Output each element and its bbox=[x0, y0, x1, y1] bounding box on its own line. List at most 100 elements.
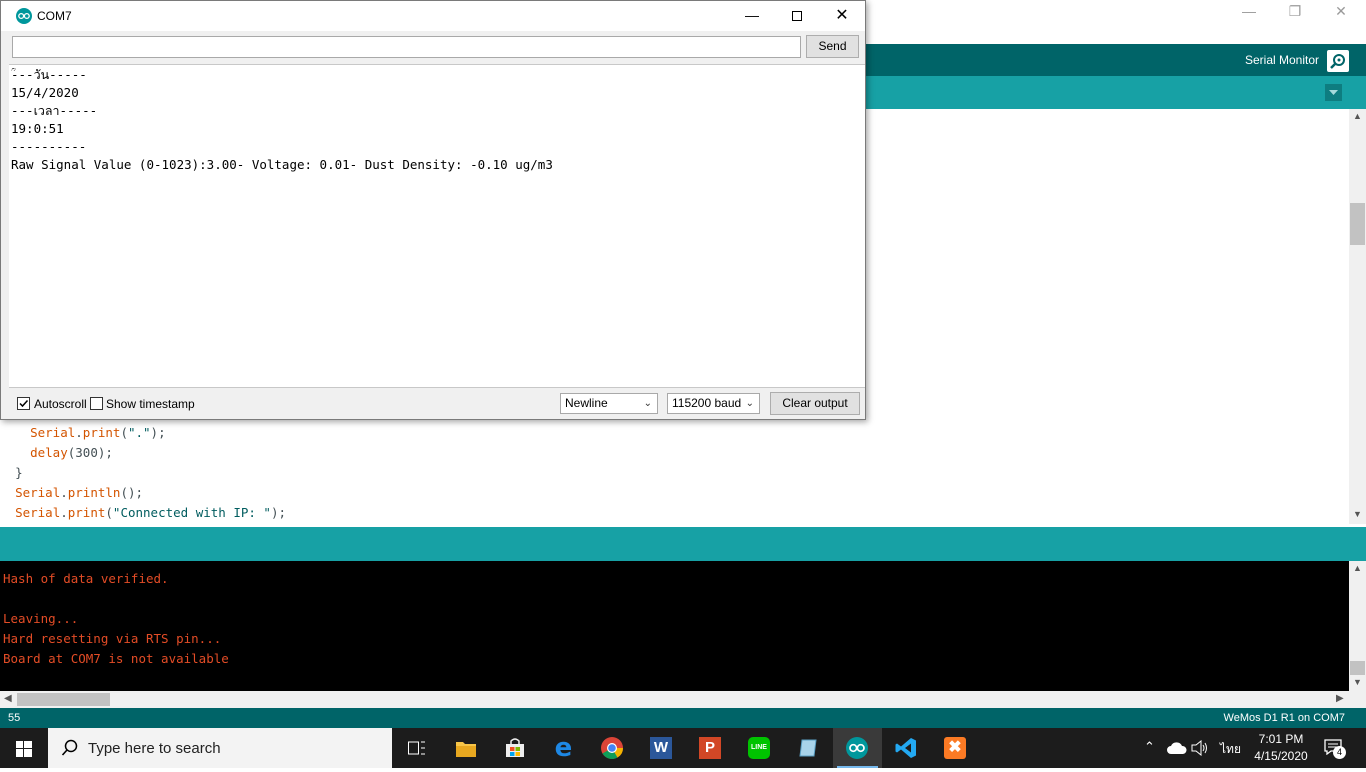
volume-icon[interactable] bbox=[1191, 740, 1209, 756]
output-line: ---เวลา----- bbox=[11, 103, 98, 118]
maximize-button[interactable] bbox=[774, 1, 820, 31]
scroll-down-icon[interactable]: ▼ bbox=[1353, 509, 1362, 519]
editor-vertical-scrollbar[interactable]: ▲ ▼ bbox=[1349, 109, 1366, 524]
powerpoint-icon: P bbox=[699, 737, 721, 759]
code-arg: "Connected with IP: " bbox=[112, 505, 271, 520]
code-end: ; bbox=[135, 485, 144, 500]
baud-rate-value: 115200 baud bbox=[672, 396, 742, 410]
console-scroll-thumb[interactable] bbox=[1350, 661, 1365, 675]
timestamp-label: Show timestamp bbox=[106, 397, 195, 411]
word-button[interactable]: W bbox=[637, 728, 686, 768]
start-button[interactable] bbox=[0, 728, 48, 768]
line-ending-select[interactable]: Newline ⌄ bbox=[560, 393, 658, 414]
timestamp-checkbox[interactable] bbox=[90, 397, 103, 410]
code-arg: 300 bbox=[75, 445, 98, 460]
output-line: 19:0:51 bbox=[11, 121, 64, 136]
editor-scroll-thumb[interactable] bbox=[1350, 203, 1365, 245]
output-line: ---------- bbox=[11, 139, 87, 154]
task-view-button[interactable] bbox=[392, 728, 441, 768]
tray-overflow-chevron-icon[interactable]: ⌃ bbox=[1144, 739, 1155, 755]
folder-icon bbox=[456, 742, 476, 757]
send-button[interactable]: Send bbox=[806, 35, 859, 58]
console-line: Board at COM7 is not available bbox=[3, 651, 229, 666]
maximize-icon bbox=[792, 11, 802, 21]
autoscroll-label: Autoscroll bbox=[34, 397, 87, 411]
xampp-button[interactable]: ✖ bbox=[931, 728, 980, 768]
baud-rate-select[interactable]: 115200 baud ⌄ bbox=[667, 393, 760, 414]
ide-restore-button[interactable]: ❐ bbox=[1272, 0, 1318, 24]
line-number: 55 bbox=[8, 712, 21, 724]
output-line: ؒ---วัน----- bbox=[11, 67, 87, 82]
clock-date: 4/15/2020 bbox=[1254, 749, 1308, 763]
clock-time: 7:01 PM bbox=[1258, 732, 1304, 746]
powerpoint-button[interactable]: P bbox=[686, 728, 735, 768]
serial-monitor-button[interactable] bbox=[1327, 50, 1349, 72]
serial-monitor-window: COM7 — ✕ Send ؒ---วัน----- 15/4/2020 ---เว… bbox=[0, 0, 866, 420]
ide-close-button[interactable]: ✕ bbox=[1318, 0, 1364, 24]
action-center-button[interactable]: 4 bbox=[1322, 737, 1346, 759]
clear-output-button[interactable]: Clear output bbox=[770, 392, 860, 415]
notepad-button[interactable] bbox=[784, 728, 833, 768]
minimize-button[interactable]: — bbox=[729, 1, 775, 31]
serial-input[interactable] bbox=[12, 36, 801, 58]
code-fn: println bbox=[67, 485, 121, 500]
checkmark-icon bbox=[19, 399, 29, 408]
console-line: Leaving... bbox=[3, 611, 79, 626]
store-button[interactable] bbox=[490, 728, 539, 768]
code-arg: "." bbox=[127, 425, 151, 440]
chrome-button[interactable] bbox=[588, 728, 637, 768]
xampp-icon: ✖ bbox=[944, 737, 966, 759]
chrome-icon bbox=[601, 737, 623, 759]
ide-status-bar: 55 WeMos D1 R1 on COM7 bbox=[0, 708, 1366, 728]
file-explorer-button[interactable] bbox=[441, 728, 490, 768]
code-obj: Serial bbox=[15, 505, 61, 520]
serial-monitor-titlebar[interactable]: COM7 — ✕ bbox=[1, 1, 865, 31]
serial-monitor-label: Serial Monitor bbox=[1245, 53, 1320, 67]
ide-minimize-button[interactable]: — bbox=[1226, 0, 1272, 24]
line-ending-value: Newline bbox=[565, 396, 608, 410]
magnifier-icon bbox=[1330, 54, 1345, 69]
chevron-down-icon bbox=[1329, 90, 1338, 95]
chevron-down-icon: ⌄ bbox=[745, 398, 754, 409]
arduino-logo-icon bbox=[16, 8, 32, 24]
onedrive-cloud-icon[interactable] bbox=[1167, 742, 1187, 754]
code-obj: Serial bbox=[15, 485, 61, 500]
output-line: Raw Signal Value (0-1023):3.00- Voltage:… bbox=[11, 157, 553, 172]
clock[interactable]: 7:01 PM 4/15/2020 bbox=[1253, 730, 1309, 766]
tab-menu-button[interactable] bbox=[1325, 84, 1342, 101]
search-icon bbox=[61, 739, 78, 756]
arduino-taskbar-button[interactable] bbox=[833, 728, 882, 768]
code-end: ; bbox=[158, 425, 166, 440]
task-view-icon bbox=[408, 741, 425, 755]
code-line: Serial.println(); bbox=[0, 483, 286, 503]
serial-output[interactable]: ؒ---วัน----- 15/4/2020 ---เวลา----- 19:0:51… bbox=[9, 64, 865, 388]
language-indicator[interactable]: ไทย bbox=[1220, 740, 1241, 759]
close-button[interactable]: ✕ bbox=[819, 1, 865, 31]
ide-message-bar bbox=[0, 527, 1366, 561]
scroll-left-icon[interactable]: ◀ bbox=[4, 693, 12, 704]
code-end: } bbox=[15, 465, 23, 480]
edge-button[interactable]: e bbox=[539, 728, 588, 768]
code-fn: delay bbox=[30, 445, 68, 460]
vscode-button[interactable] bbox=[882, 728, 931, 768]
code-line: } bbox=[0, 463, 286, 483]
serial-bottom-bar: Autoscroll Show timestamp Newline ⌄ 1152… bbox=[1, 389, 865, 419]
console-vertical-scrollbar[interactable]: ▲ ▼ bbox=[1349, 561, 1366, 691]
scroll-down-icon[interactable]: ▼ bbox=[1353, 677, 1362, 687]
hscroll-thumb[interactable] bbox=[17, 693, 110, 706]
autoscroll-checkbox[interactable] bbox=[17, 397, 30, 410]
code-end: ; bbox=[105, 445, 113, 460]
console-horizontal-scrollbar[interactable]: ◀ ▶ bbox=[0, 691, 1366, 708]
code-end: ; bbox=[278, 505, 287, 520]
line-button[interactable]: LINE bbox=[735, 728, 784, 768]
edge-icon: e bbox=[554, 733, 573, 763]
scroll-right-icon[interactable]: ▶ bbox=[1336, 693, 1344, 704]
scroll-up-icon[interactable]: ▲ bbox=[1353, 111, 1362, 121]
scroll-up-icon[interactable]: ▲ bbox=[1353, 563, 1362, 573]
taskbar-search-box[interactable]: Type here to search bbox=[48, 728, 392, 768]
